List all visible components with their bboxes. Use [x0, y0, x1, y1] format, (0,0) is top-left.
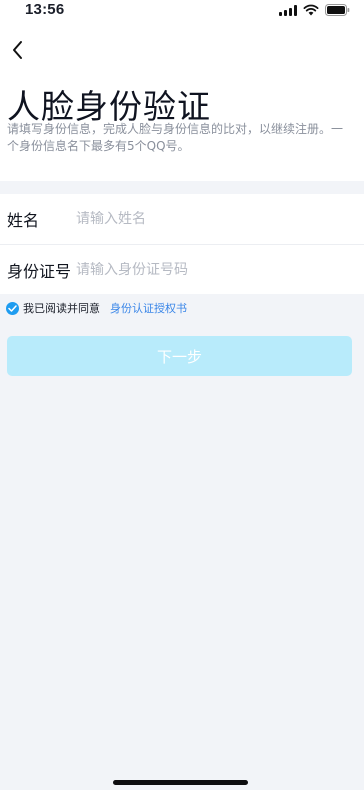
id-number-input[interactable]	[76, 261, 326, 278]
status-icons	[279, 4, 350, 16]
status-time: 13:56	[25, 1, 65, 18]
header-section: 13:56 人脸身份验证 请填写身份信息，完成人脸与身份信息的比对，以继续注册。…	[0, 0, 364, 181]
next-button[interactable]: 下一步	[7, 336, 352, 376]
agreement-checkbox[interactable]	[6, 301, 19, 315]
signal-icon	[279, 4, 297, 16]
home-indicator	[113, 780, 248, 785]
name-row: 姓名	[0, 194, 364, 244]
wifi-icon	[303, 4, 319, 16]
status-bar: 13:56	[0, 0, 364, 22]
id-number-row: 身份证号	[0, 244, 364, 294]
name-input[interactable]	[76, 211, 326, 227]
name-label: 姓名	[7, 211, 40, 230]
back-button[interactable]	[6, 38, 30, 62]
agreement-text: 我已阅读并同意	[23, 302, 100, 315]
page-description: 请填写身份信息，完成人脸与身份信息的比对，以继续注册。一个身份信息名下最多有5个…	[7, 122, 344, 153]
id-number-label: 身份证号	[7, 261, 72, 281]
chevron-left-icon	[13, 41, 22, 59]
battery-icon	[325, 4, 350, 16]
authorization-link[interactable]: 身份认证授权书	[110, 300, 187, 316]
agreement-row: 我已阅读并同意 身份认证授权书	[6, 300, 187, 316]
identity-form: 姓名 身份证号	[0, 194, 364, 294]
checkmark-icon	[8, 304, 17, 312]
